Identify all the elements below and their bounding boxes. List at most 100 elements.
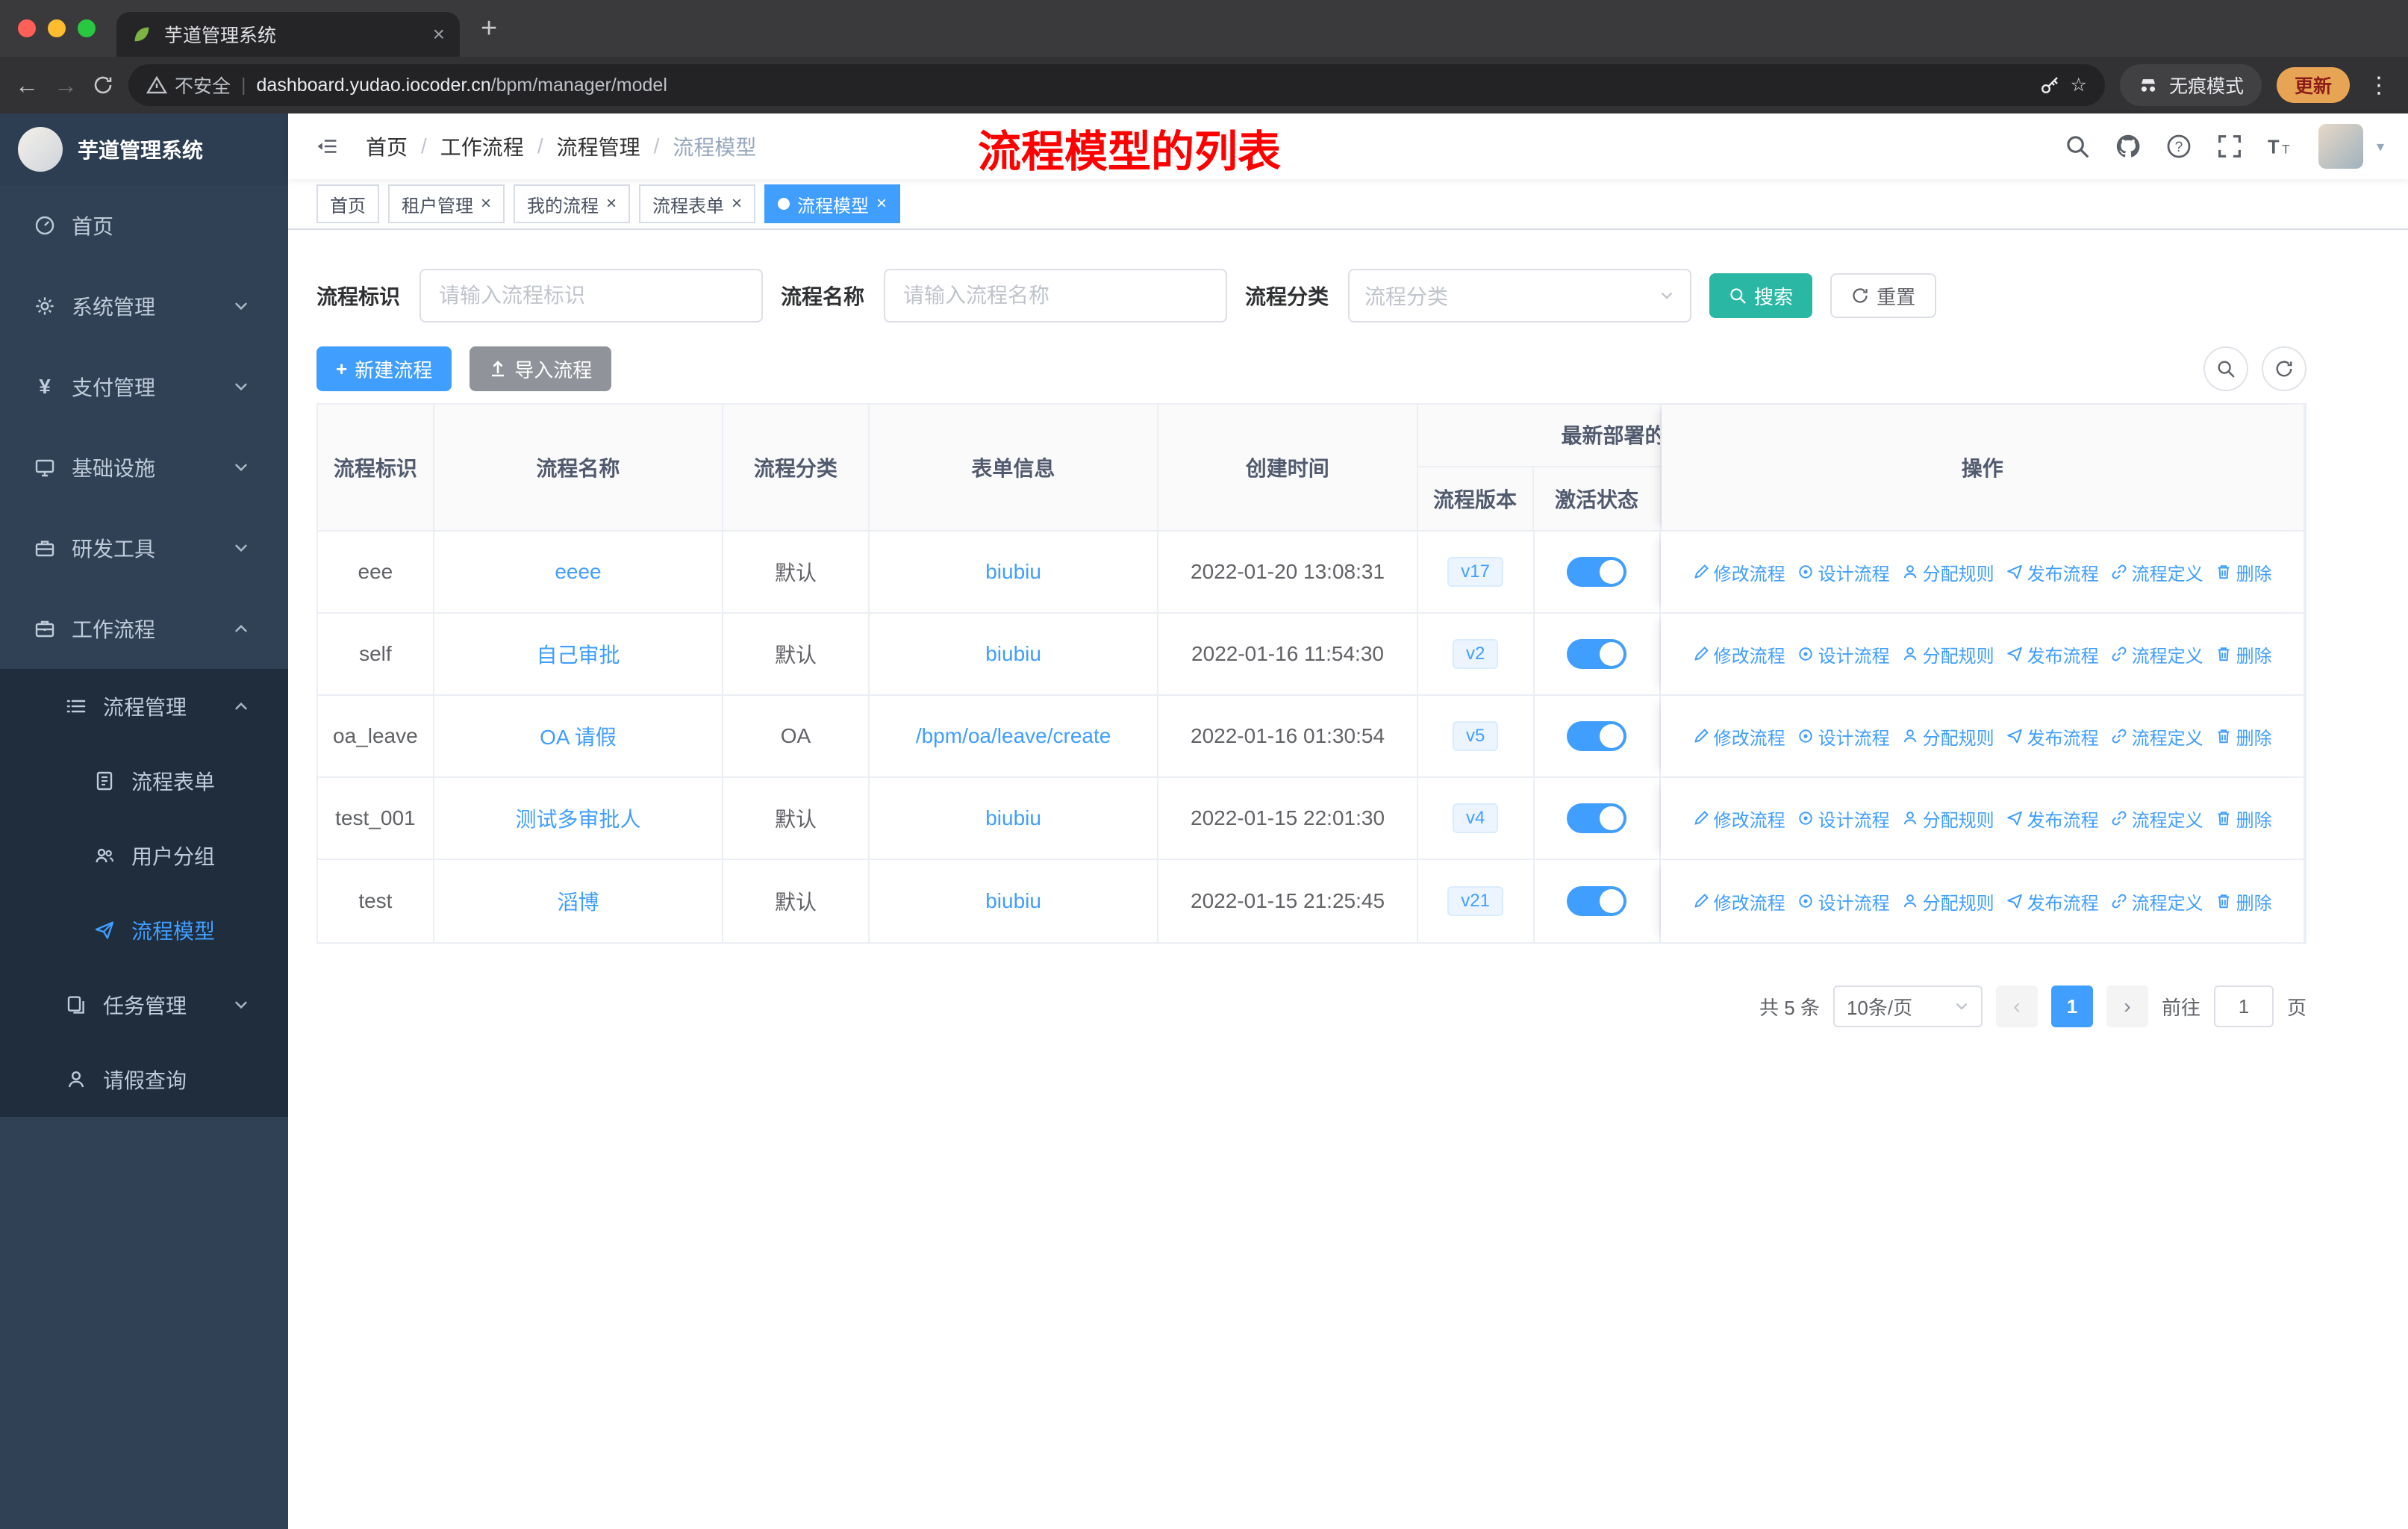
action-edit[interactable]: 修改流程 <box>1693 559 1785 585</box>
new-tab-button[interactable]: + <box>481 13 497 45</box>
action-assign[interactable]: 分配规则 <box>1902 806 1994 832</box>
goto-page-input[interactable] <box>2213 985 2274 1027</box>
browser-tab[interactable]: 芋道管理系统 × <box>116 12 460 57</box>
breadcrumb-item[interactable]: 工作流程 <box>440 131 524 161</box>
reload-button[interactable] <box>93 75 113 96</box>
action-delete[interactable]: 删除 <box>2215 559 2272 585</box>
action-link[interactable]: 流程定义 <box>2111 723 2203 750</box>
security-chip[interactable]: 不安全 <box>146 72 231 99</box>
sidebar-item-devtools[interactable]: 研发工具 <box>0 508 288 588</box>
prev-page-button[interactable]: ‹ <box>1995 985 2038 1027</box>
form-info-link[interactable]: biubiu <box>985 889 1041 913</box>
active-toggle[interactable] <box>1567 557 1627 587</box>
browser-menu-icon[interactable]: ⋮ <box>2368 72 2390 99</box>
font-size-icon[interactable]: TT <box>2268 134 2293 159</box>
active-toggle[interactable] <box>1567 721 1627 751</box>
action-link[interactable]: 流程定义 <box>2111 806 2203 832</box>
sidebar-item-process-mgmt[interactable]: 流程管理 <box>0 669 288 744</box>
action-design[interactable]: 设计流程 <box>1797 723 1890 750</box>
action-delete[interactable]: 删除 <box>2215 888 2272 915</box>
action-publish[interactable]: 发布流程 <box>2006 641 2099 667</box>
logo-area[interactable]: 芋道管理系统 <box>0 113 288 185</box>
browser-update-button[interactable]: 更新 <box>2276 67 2350 103</box>
breadcrumb-item[interactable]: 首页 <box>366 131 408 161</box>
create-process-button[interactable]: + 新建流程 <box>316 346 452 391</box>
page-size-select[interactable]: 10条/页 <box>1832 985 1983 1027</box>
tag-租户管理[interactable]: 租户管理 × <box>388 184 505 223</box>
toggle-search-button[interactable] <box>2203 346 2248 391</box>
action-design[interactable]: 设计流程 <box>1797 641 1890 667</box>
version-badge[interactable]: v17 <box>1447 557 1503 587</box>
action-edit[interactable]: 修改流程 <box>1693 888 1785 915</box>
process-id-input[interactable] <box>419 269 764 323</box>
breadcrumb-item[interactable]: 流程管理 <box>557 131 640 161</box>
next-page-button[interactable]: › <box>2106 985 2148 1027</box>
form-info-link[interactable]: /bpm/oa/leave/create <box>916 724 1111 748</box>
action-design[interactable]: 设计流程 <box>1797 806 1890 832</box>
sidebar-item-home[interactable]: 首页 <box>0 185 288 266</box>
action-edit[interactable]: 修改流程 <box>1693 723 1785 750</box>
page-1-button[interactable]: 1 <box>2050 985 2093 1027</box>
action-design[interactable]: 设计流程 <box>1797 559 1890 585</box>
form-info-link[interactable]: biubiu <box>985 806 1041 830</box>
tag-close-icon[interactable]: × <box>606 193 617 214</box>
help-icon[interactable]: ? <box>2166 134 2192 159</box>
action-publish[interactable]: 发布流程 <box>2006 888 2099 915</box>
action-publish[interactable]: 发布流程 <box>2006 559 2099 585</box>
active-toggle[interactable] <box>1567 803 1627 833</box>
sidebar-item-workflow[interactable]: 工作流程 <box>0 588 288 669</box>
zoom-window-button[interactable] <box>78 19 96 37</box>
action-assign[interactable]: 分配规则 <box>1902 723 1994 750</box>
github-icon[interactable] <box>2115 134 2141 159</box>
active-toggle[interactable] <box>1567 886 1627 916</box>
tag-流程模型[interactable]: 流程模型 × <box>764 184 901 223</box>
action-assign[interactable]: 分配规则 <box>1902 559 1994 585</box>
minimize-window-button[interactable] <box>48 19 66 37</box>
action-edit[interactable]: 修改流程 <box>1693 641 1785 667</box>
avatar[interactable] <box>2318 124 2363 169</box>
bookmark-star-icon[interactable]: ☆ <box>2071 74 2087 96</box>
process-name-link[interactable]: 自己审批 <box>536 639 620 669</box>
password-key-icon[interactable] <box>2039 75 2060 96</box>
version-badge[interactable]: v2 <box>1452 639 1499 669</box>
process-category-select[interactable]: 流程分类 <box>1348 269 1692 323</box>
version-badge[interactable]: v21 <box>1447 886 1503 916</box>
active-toggle[interactable] <box>1567 639 1627 669</box>
reset-button[interactable]: 重置 <box>1830 273 1937 318</box>
form-info-link[interactable]: biubiu <box>985 560 1041 584</box>
tag-close-icon[interactable]: × <box>732 193 742 214</box>
sidebar-item-system[interactable]: 系统管理 <box>0 266 288 346</box>
action-edit[interactable]: 修改流程 <box>1693 806 1785 832</box>
tab-close-icon[interactable]: × <box>433 22 445 46</box>
action-delete[interactable]: 删除 <box>2215 723 2272 750</box>
action-publish[interactable]: 发布流程 <box>2006 806 2099 832</box>
sidebar-item-process-model[interactable]: 流程模型 <box>0 893 288 968</box>
hamburger-icon[interactable] <box>312 136 342 157</box>
process-name-link[interactable]: 滔博 <box>557 886 599 916</box>
action-link[interactable]: 流程定义 <box>2111 559 2203 585</box>
action-link[interactable]: 流程定义 <box>2111 888 2203 915</box>
sidebar-item-process-form[interactable]: 流程表单 <box>0 744 288 818</box>
action-assign[interactable]: 分配规则 <box>1902 641 1994 667</box>
action-delete[interactable]: 删除 <box>2215 641 2272 667</box>
search-button[interactable]: 搜索 <box>1709 273 1813 318</box>
tag-我的流程[interactable]: 我的流程 × <box>514 184 631 223</box>
sidebar-item-payment[interactable]: ¥ 支付管理 <box>0 346 288 427</box>
sidebar-item-infrastructure[interactable]: 基础设施 <box>0 427 288 508</box>
process-name-link[interactable]: eeee <box>555 560 601 584</box>
refresh-table-button[interactable] <box>2262 346 2306 391</box>
sidebar-item-user-group[interactable]: 用户分组 <box>0 818 288 893</box>
back-button[interactable]: ← <box>15 72 39 99</box>
action-link[interactable]: 流程定义 <box>2111 641 2203 667</box>
tag-close-icon[interactable]: × <box>876 193 887 214</box>
action-delete[interactable]: 删除 <box>2215 806 2272 832</box>
action-design[interactable]: 设计流程 <box>1797 888 1890 915</box>
version-badge[interactable]: v4 <box>1452 803 1499 833</box>
import-process-button[interactable]: 导入流程 <box>470 346 612 391</box>
sidebar-item-task-mgmt[interactable]: 任务管理 <box>0 968 288 1042</box>
action-publish[interactable]: 发布流程 <box>2006 723 2099 750</box>
process-name-link[interactable]: OA 请假 <box>540 721 617 751</box>
close-window-button[interactable] <box>18 19 36 37</box>
process-name-input[interactable] <box>884 269 1228 323</box>
tag-首页[interactable]: 首页 <box>316 184 379 223</box>
